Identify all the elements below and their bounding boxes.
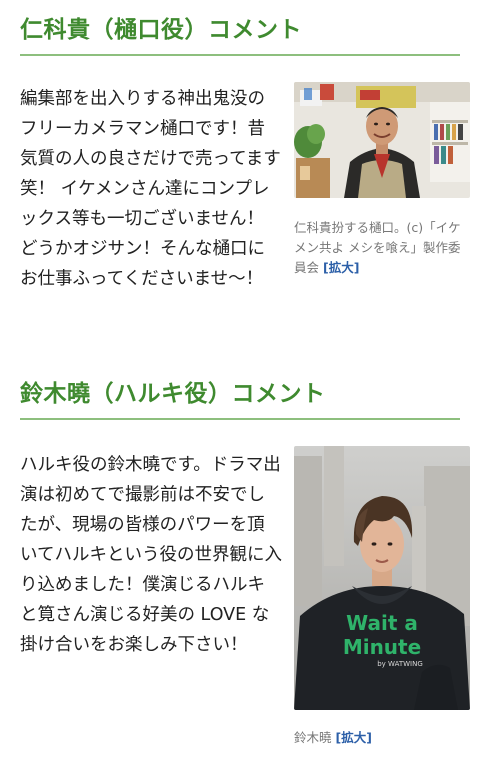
enlarge-link[interactable]: [拡大] xyxy=(323,260,359,275)
haruki-photo-image: Wait a Minute by WATWING xyxy=(294,446,470,710)
comment-text: 編集部を出入りする神出鬼没のフリーカメラマン樋口です！昔気質の人の良さだけで売っ… xyxy=(20,89,281,289)
higuchi-photo-image xyxy=(294,82,470,198)
hoodie-brand: by WATWING xyxy=(377,660,423,668)
caption-text: 仁科貴扮する樋口。(c)「イケメン共よ メシを喰え」製作委員会 xyxy=(294,220,461,275)
hoodie-print-line2: Minute xyxy=(343,635,421,659)
heading-divider xyxy=(20,418,460,420)
section-heading: 鈴木曉（ハルキ役）コメント xyxy=(20,381,326,407)
hoodie-print-line1: Wait a xyxy=(346,611,418,635)
section-heading: 仁科貴（樋口役）コメント xyxy=(20,17,302,43)
higuchi-photo[interactable] xyxy=(294,82,470,198)
caption-text: 鈴木曉 xyxy=(294,730,332,745)
enlarge-link[interactable]: [拡大] xyxy=(336,730,372,745)
heading-divider xyxy=(20,54,460,56)
comment-text: ハルキ役の鈴木曉です。ドラマ出演は初めてで撮影前は不安でしたが、現場の皆様のパワ… xyxy=(20,455,282,655)
photo-caption: 鈴木曉 [拡大] xyxy=(294,728,470,748)
photo-caption: 仁科貴扮する樋口。(c)「イケメン共よ メシを喰え」製作委員会 [拡大] xyxy=(294,218,470,278)
haruki-photo[interactable]: Wait a Minute by WATWING xyxy=(294,446,470,710)
